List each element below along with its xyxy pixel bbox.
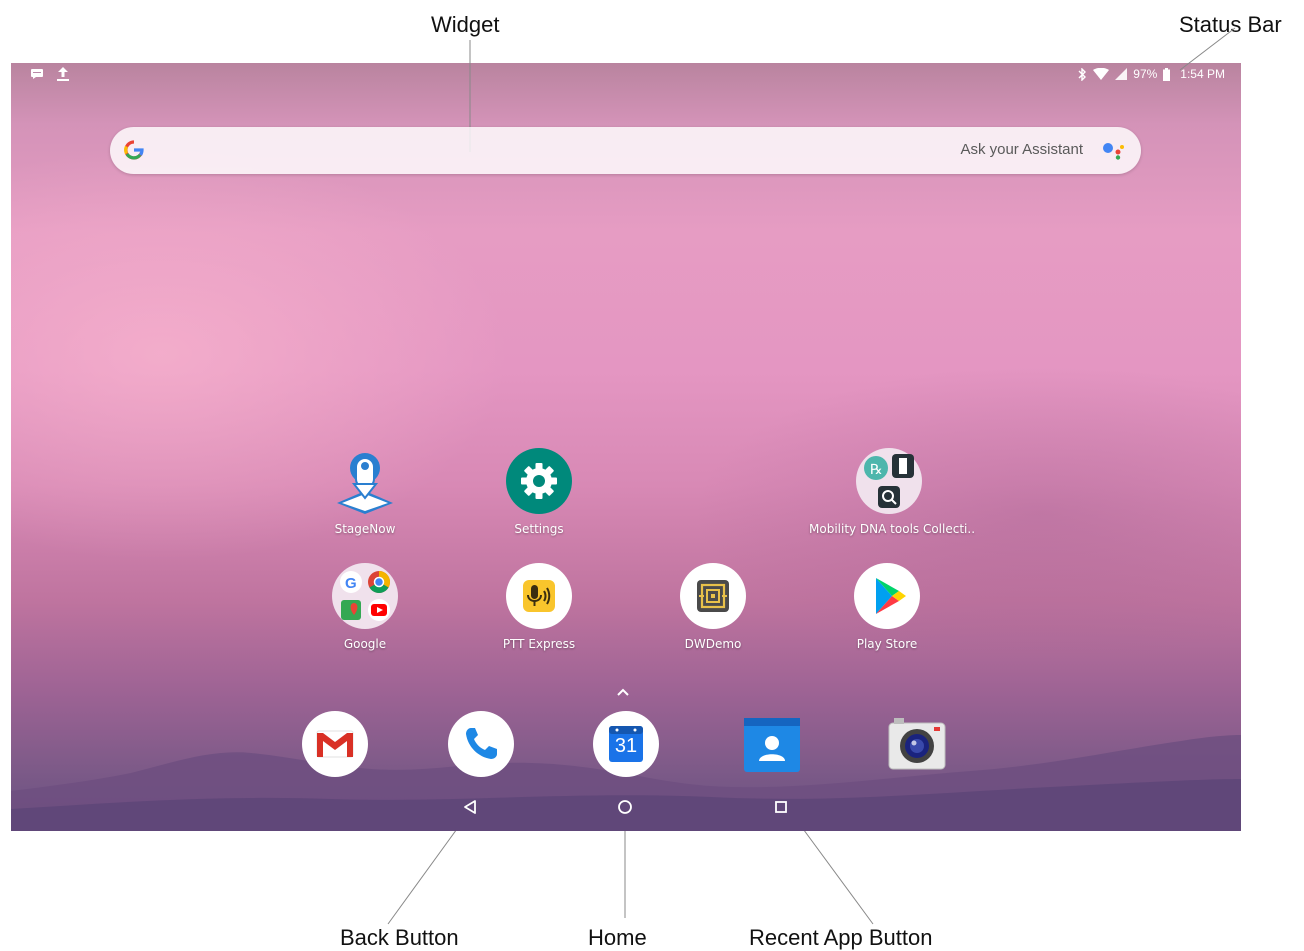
app-stagenow[interactable]: StageNow (285, 448, 445, 536)
android-home-screen: 97% 1:54 PM Ask your Assistant StageNow … (11, 63, 1241, 831)
dock-calendar[interactable]: 31 (593, 711, 659, 777)
dwdemo-icon (680, 563, 746, 629)
app-label: StageNow (334, 522, 396, 536)
folder-icon: G (332, 563, 398, 629)
camera-icon (888, 718, 946, 770)
back-button-callout: Back Button (340, 925, 459, 950)
recent-app-button-callout: Recent App Button (749, 925, 933, 950)
app-label: Mobility DNA tools Collecti.. (809, 522, 976, 536)
dock-camera[interactable] (884, 711, 950, 777)
calendar-date: 31 (614, 735, 638, 757)
dock-gmail[interactable] (302, 711, 368, 777)
status-time: 1:54 PM (1180, 67, 1225, 81)
assistant-hint: Ask your Assistant (960, 141, 1083, 158)
app-drawer-chevron-up-icon[interactable] (617, 683, 629, 699)
wifi-icon (1093, 68, 1110, 80)
folder-icon: ℞ (856, 448, 922, 514)
play-store-icon (854, 563, 920, 629)
ptt-express-icon (506, 563, 572, 629)
app-ptt-express[interactable]: PTT Express (459, 563, 619, 651)
status-bar: 97% 1:54 PM (11, 63, 1241, 87)
app-label: Settings (514, 522, 564, 536)
signal-icon (1115, 68, 1128, 80)
gmail-icon (302, 711, 368, 777)
app-settings[interactable]: Settings (459, 448, 619, 536)
recent-apps-icon[interactable] (767, 793, 795, 821)
message-icon (31, 69, 43, 79)
folder-google[interactable]: G Google (285, 563, 445, 651)
widget-callout: Widget (431, 12, 500, 37)
google-search-widget[interactable]: Ask your Assistant (110, 127, 1141, 174)
settings-gear-icon (506, 448, 572, 514)
stagenow-icon (332, 448, 398, 514)
svg-text:G: G (345, 575, 357, 592)
dock-contacts[interactable] (739, 711, 805, 777)
bluetooth-icon (1078, 67, 1087, 81)
app-label: DWDemo (684, 637, 742, 651)
battery-icon (1163, 67, 1171, 81)
navigation-bar (11, 783, 1241, 831)
dock-phone[interactable] (448, 711, 514, 777)
svg-text:℞: ℞ (870, 462, 883, 478)
home-callout: Home (588, 925, 647, 950)
back-icon[interactable] (456, 793, 484, 821)
battery-percent: 97% (1133, 67, 1158, 81)
phone-icon (448, 711, 514, 777)
status-bar-callout: Status Bar (1179, 12, 1282, 37)
contacts-icon (744, 718, 800, 772)
app-label: Google (343, 637, 387, 651)
google-assistant-icon[interactable] (1101, 140, 1127, 162)
app-play-store[interactable]: Play Store (807, 563, 967, 651)
folder-mobility-dna[interactable]: ℞ Mobility DNA tools Collecti.. (809, 448, 976, 536)
app-dwdemo[interactable]: DWDemo (633, 563, 793, 651)
app-label: Play Store (856, 637, 918, 651)
google-g-icon[interactable] (122, 138, 146, 162)
home-icon[interactable] (611, 793, 639, 821)
app-label: PTT Express (502, 637, 576, 651)
upload-icon (57, 67, 69, 81)
